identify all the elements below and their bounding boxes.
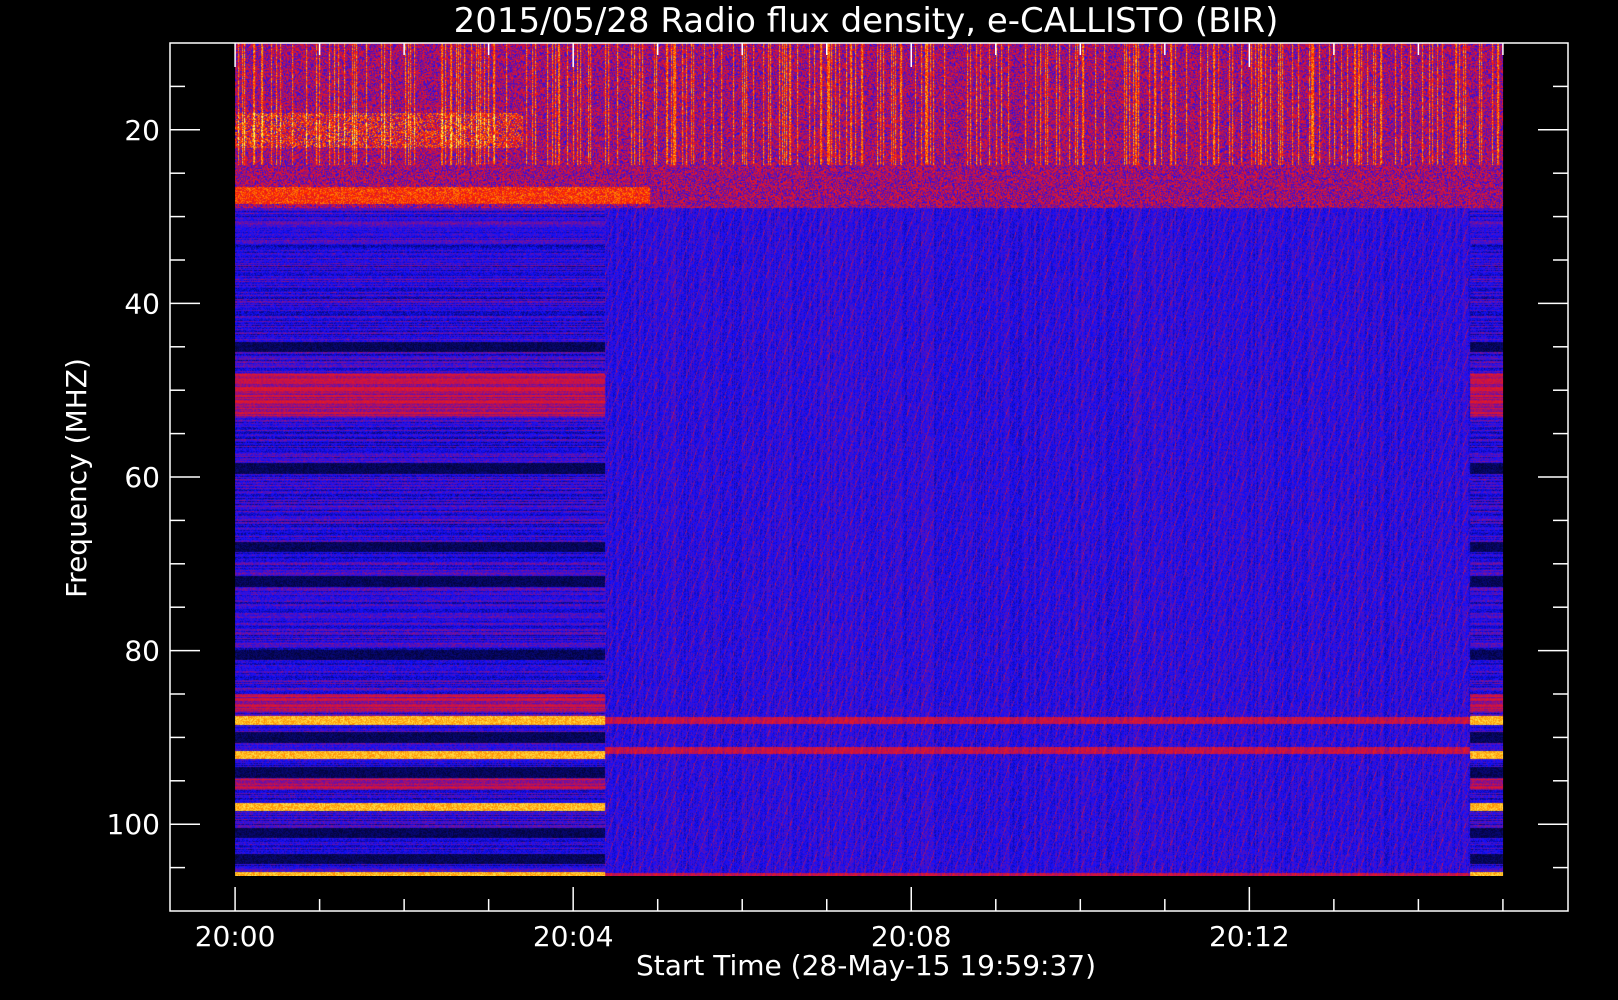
y-tick-label: 80 bbox=[124, 635, 160, 668]
y-axis-label: Frequency (MHZ) bbox=[60, 358, 93, 598]
spectrogram-raster bbox=[235, 43, 1504, 876]
plot-area bbox=[235, 43, 1504, 876]
x-tick-label: 20:12 bbox=[1209, 920, 1290, 953]
y-tick-label: 100 bbox=[107, 808, 160, 841]
y-tick-label: 60 bbox=[124, 461, 160, 494]
y-tick-label: 20 bbox=[124, 114, 160, 147]
x-tick-label: 20:04 bbox=[533, 920, 614, 953]
x-axis-label: Start Time (28-May-15 19:59:37) bbox=[636, 949, 1096, 982]
chart-title: 2015/05/28 Radio flux density, e-CALLIST… bbox=[454, 1, 1279, 41]
y-tick-label: 40 bbox=[124, 287, 160, 320]
spectrogram-figure: 2015/05/28 Radio flux density, e-CALLIST… bbox=[0, 0, 1618, 1000]
x-tick-label: 20:00 bbox=[195, 920, 276, 953]
